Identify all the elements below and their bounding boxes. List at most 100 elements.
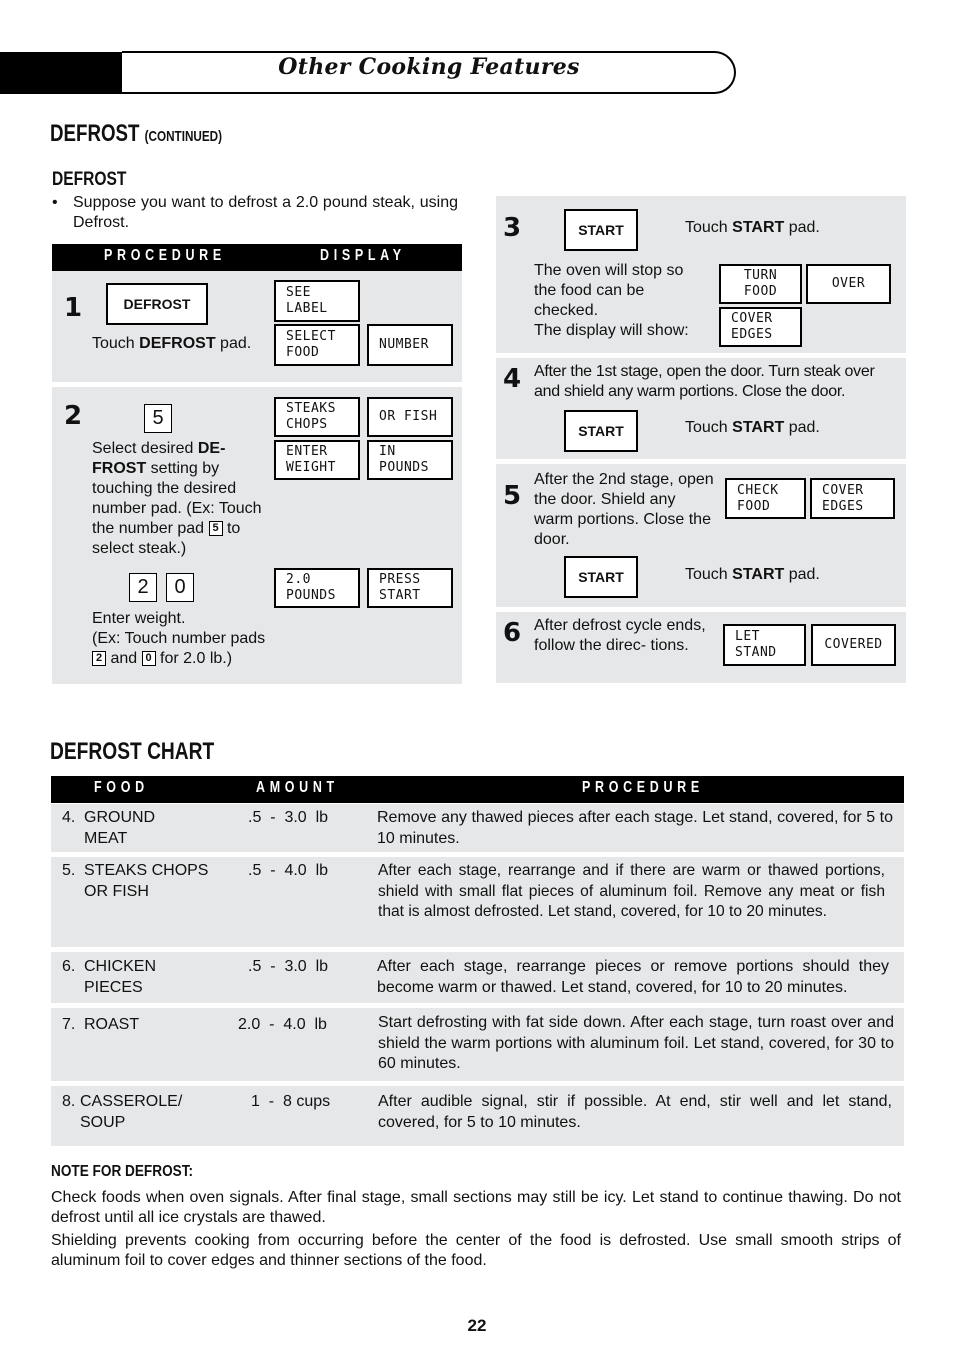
- inline-key-2: 2: [92, 651, 106, 667]
- procedure-cell: After each stage, rearrange pieces or re…: [377, 958, 889, 996]
- display-line: OVER: [831, 276, 866, 291]
- display-line: COVER: [731, 311, 773, 326]
- food-name: SOUP: [80, 1113, 126, 1131]
- display-readout: PRESS START: [367, 568, 453, 608]
- table-row: 6. CHICKEN PIECES .5 - 3.0 lb After each s…: [51, 952, 904, 1003]
- display-line: ENTER: [286, 444, 328, 459]
- display-readout: SEE LABEL: [274, 280, 360, 322]
- display-line: SELECT: [286, 329, 336, 344]
- step-number: 3: [503, 213, 522, 243]
- amount-cell: .5 - 3.0 lb: [248, 958, 329, 975]
- display-readout: ENTER WEIGHT: [274, 440, 360, 480]
- display-line: IN: [379, 444, 396, 459]
- step-number: 1: [64, 293, 83, 323]
- display-line: PRESS: [379, 572, 421, 587]
- step-text: The display will show:: [534, 322, 689, 339]
- display-line: 2.0: [286, 572, 311, 587]
- food-number: 4.: [62, 809, 76, 826]
- text: and: [106, 650, 142, 667]
- display-readout: SELECT FOOD: [274, 324, 360, 366]
- text: pad.: [784, 566, 820, 583]
- display-readout: CHECK FOOD: [725, 478, 806, 519]
- table-row: 8. CASSEROLE/SOUP 1 - 8 cups After audibl…: [51, 1086, 904, 1146]
- defrost-pad-button[interactable]: DEFROST: [106, 283, 208, 325]
- food-name: ROAST: [84, 1016, 140, 1033]
- step-text: Touch START pad.: [685, 218, 820, 238]
- number-pad-2[interactable]: 2: [129, 573, 157, 602]
- text: Touch: [685, 219, 733, 236]
- amount-cell: 1 - 8 cups: [251, 1093, 331, 1110]
- section-subtitle: DEFROST: [52, 169, 127, 190]
- display-line: LABEL: [286, 301, 328, 316]
- step-4: 4 After the 1st stage, open the door. Tu…: [496, 358, 906, 459]
- food-name: STEAKS CHOPS: [84, 862, 209, 879]
- text-bold: START: [732, 419, 785, 436]
- text-bold: START: [732, 219, 785, 236]
- text: pad.: [784, 219, 820, 236]
- step-text: After defrost cycle ends, follow the dir…: [534, 617, 706, 654]
- start-pad-button[interactable]: START: [564, 209, 638, 251]
- step-text: After the 1st stage, open the door. Turn…: [534, 363, 875, 400]
- chart-title: DEFROST CHART: [50, 738, 215, 765]
- display-readout: TURN FOOD: [719, 264, 802, 304]
- food-name: CHICKEN: [84, 958, 157, 975]
- table-row: 7. ROAST 2.0 - 4.0 lb Start defrosting wi…: [51, 1008, 904, 1081]
- display-readout: LET STAND: [723, 624, 806, 666]
- display-line: NUMBER: [379, 337, 429, 352]
- display-readout: OR FISH: [367, 397, 453, 437]
- display-line: EDGES: [731, 327, 773, 342]
- step-text: Select desired DE- FROST setting by touc…: [92, 439, 282, 559]
- food-cell: 4. GROUND MEAT: [62, 808, 155, 849]
- number-pad-0[interactable]: 0: [166, 573, 194, 602]
- table-row: 5. STEAKS CHOPS OR FISH .5 - 4.0 lb After …: [51, 857, 904, 947]
- step-1: 1 DEFROST Touch DEFROST pad. SEE LABEL SE…: [52, 271, 462, 382]
- display-readout: COVER EDGES: [810, 478, 895, 519]
- step-number: 5: [503, 481, 522, 511]
- inline-key-5: 5: [208, 521, 223, 537]
- food-cell: 5. STEAKS CHOPS OR FISH: [62, 861, 208, 902]
- amount-cell: .5 - 4.0 lb: [248, 862, 329, 879]
- section-title-suffix: (CONTINUED): [144, 128, 222, 145]
- section-title-text: DEFROST: [50, 120, 140, 147]
- start-pad-button[interactable]: START: [564, 556, 638, 598]
- page-number: 22: [467, 1316, 487, 1335]
- inline-key-0: 0: [141, 651, 156, 667]
- procedure-cell: After each stage, rearrange and if there…: [378, 862, 885, 920]
- display-readout: COVERED: [811, 624, 896, 666]
- food-cell: 6. CHICKEN PIECES: [62, 957, 156, 998]
- display-line: POUNDS: [286, 588, 336, 603]
- text: 2 and 0 for 2.0 lb.): [92, 649, 292, 669]
- display-line: OR FISH: [379, 409, 438, 424]
- procedure-cell: After audible signal, stir if possible. …: [378, 1093, 892, 1131]
- text: pad.: [215, 335, 252, 352]
- step-text: The oven will stop so the food can be ch…: [534, 262, 684, 319]
- display-line: FOOD: [743, 284, 778, 299]
- number-pad-5[interactable]: 5: [144, 404, 172, 433]
- page-title: Other Cooking Features: [278, 54, 580, 80]
- food-number: 7.: [62, 1016, 76, 1033]
- food-name: OR FISH: [84, 882, 149, 900]
- text-bold: FROST: [92, 460, 147, 477]
- display-line: EDGES: [822, 498, 864, 514]
- text-bold: START: [732, 566, 785, 583]
- display-readout: OVER: [806, 264, 891, 304]
- text-bold: DEFROST: [139, 335, 216, 352]
- display-line: COVERED: [824, 637, 883, 652]
- food-number: 6.: [62, 958, 76, 975]
- start-pad-button[interactable]: START: [564, 410, 638, 452]
- step-text: Touch START pad.: [685, 418, 820, 438]
- food-name: PIECES: [84, 978, 143, 996]
- text: Select desired: [92, 440, 198, 457]
- display-readout: IN POUNDS: [367, 440, 453, 480]
- note-paragraph: Shielding prevents cooking from occurrin…: [51, 1232, 901, 1269]
- display-line: POUNDS: [379, 460, 429, 475]
- display-line: SEE: [286, 285, 311, 300]
- text: Enter weight.: [92, 610, 186, 627]
- display-line: CHECK: [737, 482, 779, 498]
- food-name: MEAT: [84, 829, 128, 847]
- procedure-cell: Remove any thawed pieces after each stag…: [377, 809, 893, 847]
- food-cell: 7. ROAST: [62, 1015, 139, 1036]
- display-line: START: [379, 588, 421, 603]
- text: Touch: [685, 566, 733, 583]
- step-number: 2: [64, 401, 83, 431]
